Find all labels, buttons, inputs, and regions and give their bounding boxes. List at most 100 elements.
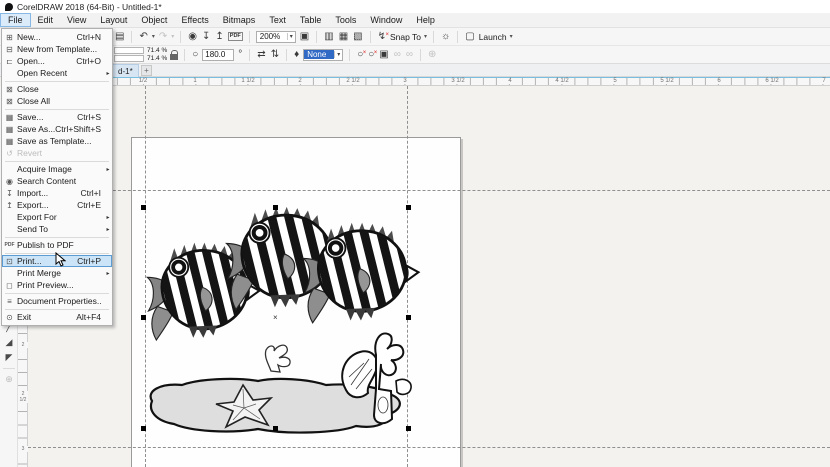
menu-item-new[interactable]: ⊞ New... Ctrl+N <box>2 31 112 43</box>
snap-to-caret-icon[interactable]: ▾ <box>424 33 427 40</box>
zoom-dropdown-icon[interactable]: ▾ <box>286 33 295 40</box>
menu-item-send-to[interactable]: Send To ▸ <box>2 223 112 235</box>
hruler-label: 6 <box>716 78 722 84</box>
selection-handle-s[interactable] <box>273 426 278 431</box>
selection-handle-e[interactable] <box>406 315 411 320</box>
mirror-horizontal-icon[interactable]: ⇄ <box>256 48 266 62</box>
menu-item-save[interactable]: ▦ Save... Ctrl+S <box>2 111 112 123</box>
document-tab[interactable]: d-1* <box>112 64 139 77</box>
add-target-icon: ⊕ <box>428 48 437 60</box>
clear-effects-icon[interactable]: ○ <box>367 46 377 62</box>
scale-x-value[interactable]: 71.4 <box>147 47 160 54</box>
menu-window[interactable]: Window <box>363 13 409 27</box>
launch-button[interactable]: Launch <box>479 32 507 42</box>
horizontal-guideline[interactable] <box>28 190 830 191</box>
fullscreen-preview-icon[interactable]: ▣ <box>299 30 310 44</box>
selection-handle-nw[interactable] <box>141 205 146 210</box>
snap-to-dropdown[interactable]: Snap To <box>390 32 421 42</box>
launch-icon[interactable]: ▢ <box>464 30 475 44</box>
document-properties-icon: ≡ <box>7 296 12 306</box>
publish-pdf-icon[interactable]: PDF <box>227 32 243 41</box>
new-tab-button[interactable]: + <box>141 65 152 76</box>
link-icon-a: ∞ <box>393 48 401 60</box>
menu-file[interactable]: File <box>0 13 31 27</box>
menu-edit[interactable]: Edit <box>31 13 61 27</box>
export-icon[interactable]: ↥ <box>214 30 224 44</box>
undo-dropdown-icon[interactable]: ▾ <box>152 33 155 40</box>
search-content-icon[interactable]: ◉ <box>187 30 198 44</box>
mouse-cursor <box>55 252 66 267</box>
selection-handle-sw[interactable] <box>141 426 146 431</box>
zoom-level-dropdown[interactable]: 200% ▾ <box>255 30 296 43</box>
folder-open-icon: ⊏ <box>6 56 13 66</box>
menu-item-document-properties[interactable]: ≡ Document Properties... <box>2 295 112 307</box>
menu-help[interactable]: Help <box>409 13 442 27</box>
undo-icon[interactable]: ↶ <box>138 30 148 44</box>
menu-item-new-from-template[interactable]: ⊟ New from Template... <box>2 43 112 55</box>
mirror-vertical-icon[interactable]: ⇅ <box>270 48 280 62</box>
print-preview-icon: ◻ <box>6 280 13 290</box>
menu-object[interactable]: Object <box>134 13 174 27</box>
launch-caret-icon[interactable]: ▾ <box>510 33 513 40</box>
lock-ratio-icon[interactable] <box>170 49 179 60</box>
menu-item-exit[interactable]: ⊙ Exit Alt+F4 <box>2 311 112 323</box>
object-size-fields[interactable] <box>114 47 144 62</box>
wrap-text-icon[interactable]: ▣ <box>378 48 389 62</box>
export-icon: ↥ <box>6 200 13 210</box>
close-icon: ⊠ <box>6 84 13 94</box>
snap-off-icon[interactable]: ↯ <box>377 28 390 44</box>
menu-item-export[interactable]: ↥ Export... Ctrl+E <box>2 199 112 211</box>
selection-handle-se[interactable] <box>406 426 411 431</box>
object-height-field[interactable] <box>114 55 144 62</box>
scale-y-value[interactable]: 71.4 <box>147 55 160 62</box>
selection-handle-ne[interactable] <box>406 205 411 210</box>
show-grid-icon[interactable]: ▦ <box>338 30 349 44</box>
menu-item-print-merge[interactable]: Print Merge ▸ <box>2 267 112 279</box>
show-rulers-icon[interactable]: ▥ <box>323 30 334 44</box>
paste-icon[interactable]: ▤ <box>114 30 125 44</box>
outline-width-caret-icon[interactable]: ▾ <box>334 51 342 58</box>
outline-width-dropdown[interactable]: None ▾ <box>303 48 344 61</box>
menu-item-close-all[interactable]: ⊠ Close All <box>2 95 112 107</box>
menu-text[interactable]: Text <box>262 13 293 27</box>
menu-item-search-content[interactable]: ◉ Search Content <box>2 175 112 187</box>
object-width-field[interactable] <box>114 47 144 54</box>
selection-handle-w[interactable] <box>141 315 146 320</box>
fill-tool-icon[interactable]: ◤ <box>0 352 18 363</box>
menu-tools[interactable]: Tools <box>328 13 363 27</box>
menu-item-acquire-image[interactable]: Acquire Image ▸ <box>2 163 112 175</box>
menu-item-save-as-template[interactable]: ▦ Save as Template... <box>2 135 112 147</box>
fish-artwork[interactable] <box>138 193 423 448</box>
eyedropper-tool-icon[interactable]: ◢ <box>0 337 18 348</box>
selection-center-mark[interactable]: × <box>273 313 278 322</box>
options-gear-icon[interactable]: ☼ <box>440 30 451 44</box>
menu-item-import[interactable]: ↧ Import... Ctrl+I <box>2 187 112 199</box>
property-bar: 71.4 % 71.4 % ○ 180.0 ° ⇄ ⇅ ♦ None ▾ ○ ○… <box>0 46 830 64</box>
drawing-canvas[interactable]: × <box>28 86 830 467</box>
menu-item-export-for[interactable]: Export For ▸ <box>2 211 112 223</box>
import-icon[interactable]: ↧ <box>201 30 211 44</box>
hruler-label: 3 <box>402 78 408 84</box>
menu-effects[interactable]: Effects <box>174 13 215 27</box>
menu-item-open-recent[interactable]: Open Recent ▸ <box>2 67 112 79</box>
menu-view[interactable]: View <box>60 13 93 27</box>
submenu-arrow-icon: ▸ <box>106 226 110 233</box>
hruler-label: 2 1/2 <box>345 78 361 84</box>
selection-handle-n[interactable] <box>273 205 278 210</box>
rotation-angle-field[interactable]: 180.0 <box>202 48 235 61</box>
menu-item-publish-to-pdf[interactable]: PDF Publish to PDF <box>2 239 112 251</box>
fish-right <box>303 194 423 349</box>
vruler-label: 2 <box>18 342 28 348</box>
clear-transformations-icon[interactable]: ○ <box>356 46 366 62</box>
menu-item-save-as[interactable]: ▦ Save As... Ctrl+Shift+S <box>2 123 112 135</box>
menu-bitmaps[interactable]: Bitmaps <box>216 13 263 27</box>
menu-item-close[interactable]: ⊠ Close <box>2 83 112 95</box>
menu-item-open[interactable]: ⊏ Open... Ctrl+O <box>2 55 112 67</box>
horizontal-ruler[interactable]: 1/2 1 1 1/2 2 2 1/2 3 3 1/2 4 4 1/2 5 5 … <box>28 77 830 86</box>
menu-item-print-preview[interactable]: ◻ Print Preview... <box>2 279 112 291</box>
menu-layout[interactable]: Layout <box>93 13 134 27</box>
menu-table[interactable]: Table <box>293 13 329 27</box>
link-icon-b: ∞ <box>405 48 414 60</box>
show-guidelines-icon[interactable]: ▧ <box>352 30 363 44</box>
target-tool-icon[interactable]: ⊕ <box>0 374 18 385</box>
